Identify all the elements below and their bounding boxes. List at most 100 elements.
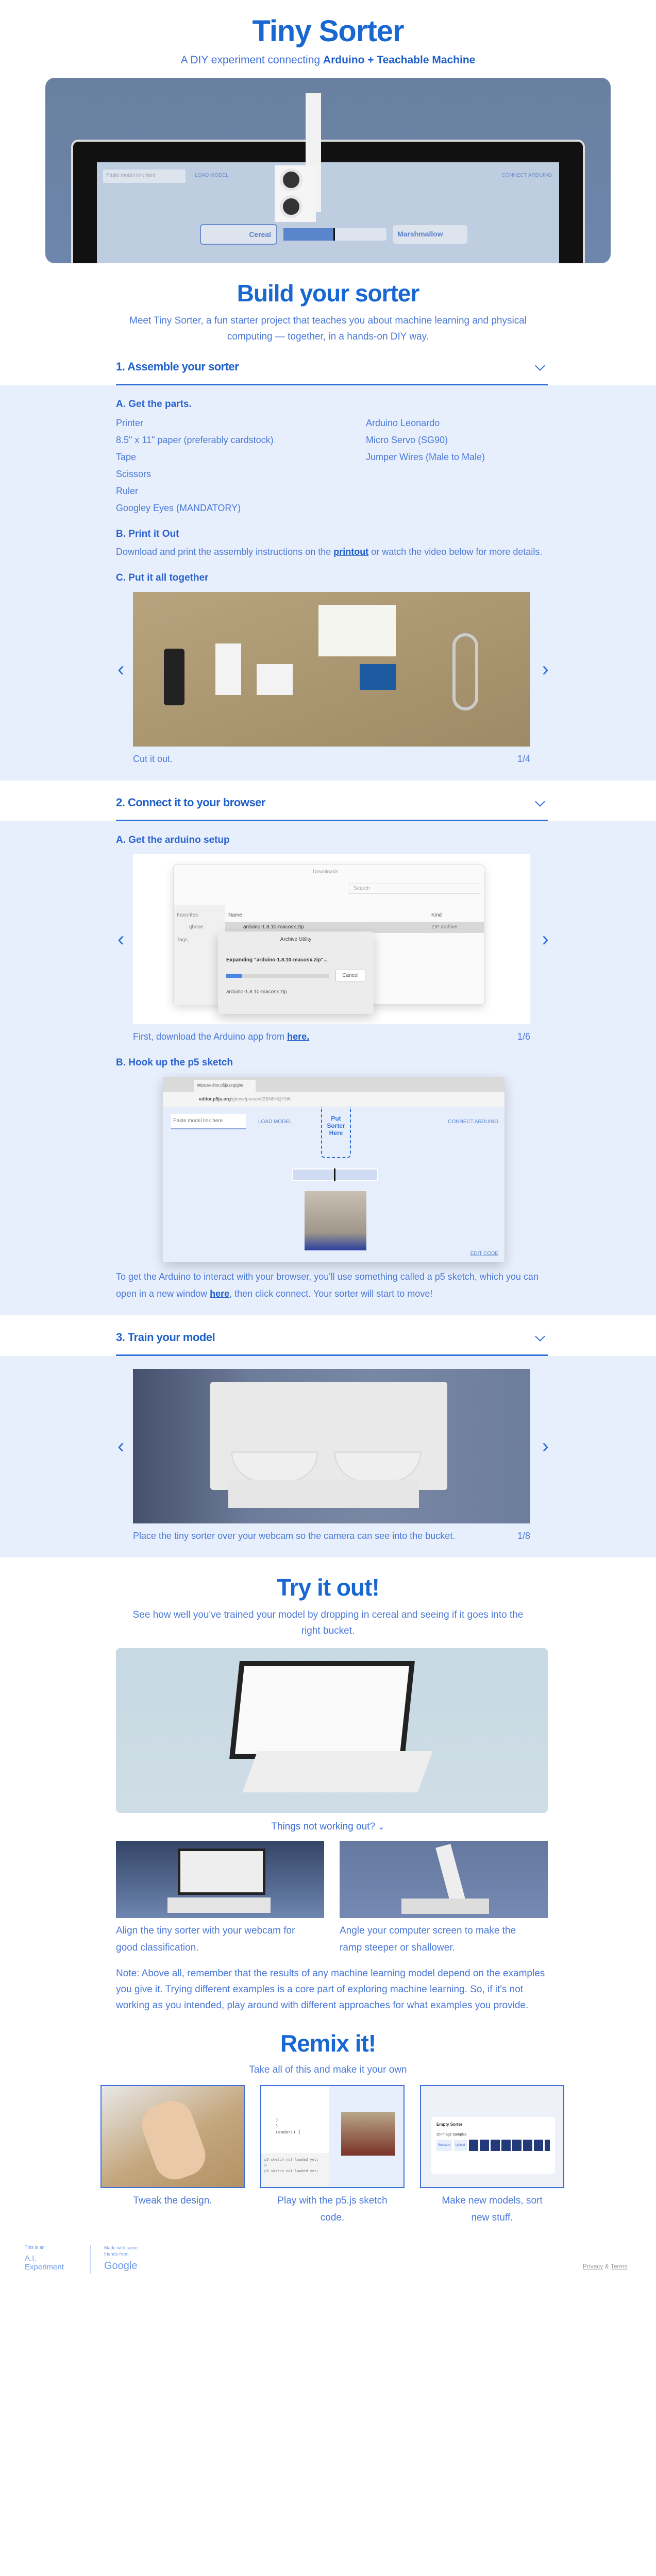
carousel-caption: Place the tiny sorter over your webcam s… [133,1531,456,1541]
p5-sketch-title: B. Hook up the p5 sketch [116,1057,233,1068]
carousel-image-webcam [133,1369,530,1523]
carousel-prev-icon[interactable]: ‹ [117,929,124,950]
part-item: Printer [116,418,144,428]
carousel-next-icon[interactable]: › [542,929,549,950]
print-text-post: or watch the video below for more detail… [368,547,543,557]
tip-caption: Angle your computer screen to make the r… [340,1925,516,1953]
accordion-step-1[interactable]: 1. Assemble your sorter [116,360,548,385]
step3-panel: ‹ › Place the tiny sorter over your webc… [0,1356,656,1557]
printout-link[interactable]: printout [333,547,368,557]
carousel-caption: Cut it out. [133,754,173,764]
part-item: Googley Eyes (MANDATORY) [116,503,241,513]
p5-sketch-link[interactable]: here [210,1289,229,1299]
remix-card-caption: Make new models, sort new stuff. [442,2195,543,2223]
remix-card-models[interactable]: Empty Sorter 20 Image Samples Webcam Uplo… [420,2085,564,2188]
dialog-cancel: Cancel [335,970,365,982]
carousel-counter: 1/4 [517,754,530,764]
carousel-next-icon[interactable]: › [542,1436,549,1456]
dialog-expanding: Expanding "arduino-1.8.10-macosx.zip"... [226,957,328,963]
arduino-setup-title: A. Get the arduino setup [116,835,230,845]
p5-browser-image: https://editor.p5js.org/gbo editor.p5js.… [163,1077,504,1262]
finder-file: arduino-1.8.10-macosx.zip [243,924,304,930]
chevron-down-icon: ⌄ [378,1823,385,1832]
build-title: Build your sorter [237,280,420,307]
made-with: Made with some friends from [104,2245,138,2257]
remix-card-caption: Tweak the design. [133,2195,212,2206]
arduino-download-link[interactable]: here. [287,1031,309,1042]
part-item: Scissors [116,469,152,479]
parts-title: A. Get the parts. [116,399,192,410]
footer-divider [90,2245,91,2274]
console-line: p5 sketch not loaded yet: [264,2169,319,2173]
carousel-prev-icon[interactable]: ‹ [117,1436,124,1456]
tip-image-align [116,1841,324,1918]
chevron-down-icon [535,1331,545,1342]
hero-connect: CONNECT ARDUINO [501,173,552,178]
browser-paste-field: Paste model link here [171,1114,246,1129]
finder-kind: ZIP archive [431,924,458,930]
url-domain: editor.p5js.org [199,1096,231,1101]
browser-connect: CONNECT ARDUINO [448,1119,498,1125]
code-line: } [276,2124,278,2128]
part-item: Ruler [116,486,139,496]
remix-card-code[interactable]: }} render() { p5 sketch not loaded yet: 0 p… [260,2085,405,2188]
tm-class-name: Empty Sorter [436,2122,463,2127]
console-line: 0 [264,2163,267,2167]
footer-links: Privacy & Terms [583,2263,627,2270]
finder-col-kind: Kind [431,912,442,918]
together-title: C. Put it all together [116,572,209,583]
page-subtitle: A DIY experiment connecting Arduino + Te… [0,54,656,66]
try-note: Note: Above all, remember that the resul… [116,1968,545,2011]
monitor: Paste model link here LOAD MODEL CONNECT… [71,140,585,263]
code-line: render() { [276,2130,301,2134]
accordion-step-2[interactable]: 2. Connect it to your browser [116,796,548,821]
part-item: Jumper Wires (Male to Male) [366,452,485,462]
browser-url: editor.p5js.org/gbose/present/2BN5HQYNK [199,1096,291,1101]
carousel-prev-icon[interactable]: ‹ [117,659,124,680]
finder-search: Search [349,884,480,894]
ai-experiment-logo[interactable]: This is an A.I. Experiment [25,2245,81,2272]
links-separator: & [603,2263,611,2270]
footer: This is an A.I. Experiment Made with som… [0,2240,656,2286]
part-item: Micro Servo (SG90) [366,435,448,445]
dialog-file: arduino-1.8.10-macosx.zip [226,989,287,995]
finder-tags: Tags [177,937,188,943]
print-text: Download and print the assembly instruct… [116,544,548,561]
tm-webcam: Webcam [436,2140,452,2151]
print-text-pre: Download and print the assembly instruct… [116,547,334,557]
part-item: Arduino Leonardo [366,418,440,428]
ai-name: A.I. Experiment [25,2254,64,2272]
part-item: Tape [116,452,137,462]
try-title: Try it out! [277,1574,380,1601]
carousel-next-icon[interactable]: › [542,659,549,680]
accordion-title: 1. Assemble your sorter [116,360,239,373]
accordion-title: 2. Connect it to your browser [116,796,265,809]
archive-dialog: Archive Utility Expanding "arduino-1.8.1… [218,931,374,1014]
terms-link[interactable]: Terms [611,2263,628,2270]
carousel-counter: 1/8 [517,1531,530,1541]
parts-list-right: Arduino Leonardo Micro Servo (SG90) Jump… [366,415,485,517]
finder-favorites: Favorites [177,912,198,918]
monitor-screen: Paste model link here LOAD MODEL CONNECT… [97,162,559,263]
finder-user: gbose [189,924,204,930]
privacy-link[interactable]: Privacy [583,2263,603,2270]
code-line: } [276,2117,278,2122]
hero-slider [283,228,386,241]
step1-panel: A. Get the parts. Printer 8.5" x 11" pap… [0,385,656,781]
ai-pre: This is an [25,2245,45,2250]
hero-load-model: LOAD MODEL [195,173,229,178]
browser-tab: https://editor.p5js.org/gbo [194,1080,256,1092]
carousel-image-cutout [133,592,530,747]
build-description: Meet Tiny Sorter, a fun starter project … [129,315,527,342]
remix-card-design[interactable] [100,2085,245,2188]
subtitle-bold: Arduino + Teachable Machine [323,54,476,66]
remix-title: Remix it! [280,2030,376,2057]
subtitle-text: A DIY experiment connecting [180,54,323,66]
accordion-step-3[interactable]: 3. Train your model [116,1331,548,1356]
dialog-title: Archive Utility [280,937,312,942]
try-description: See how well you've trained your model b… [132,1609,524,1636]
chevron-down-icon [535,796,545,807]
hero-paste-field: Paste model link here [103,170,186,183]
google-logo[interactable]: Made with some friends from Google [104,2245,161,2272]
troubleshoot-toggle[interactable]: Things not working out? ⌄ [0,1820,656,1834]
